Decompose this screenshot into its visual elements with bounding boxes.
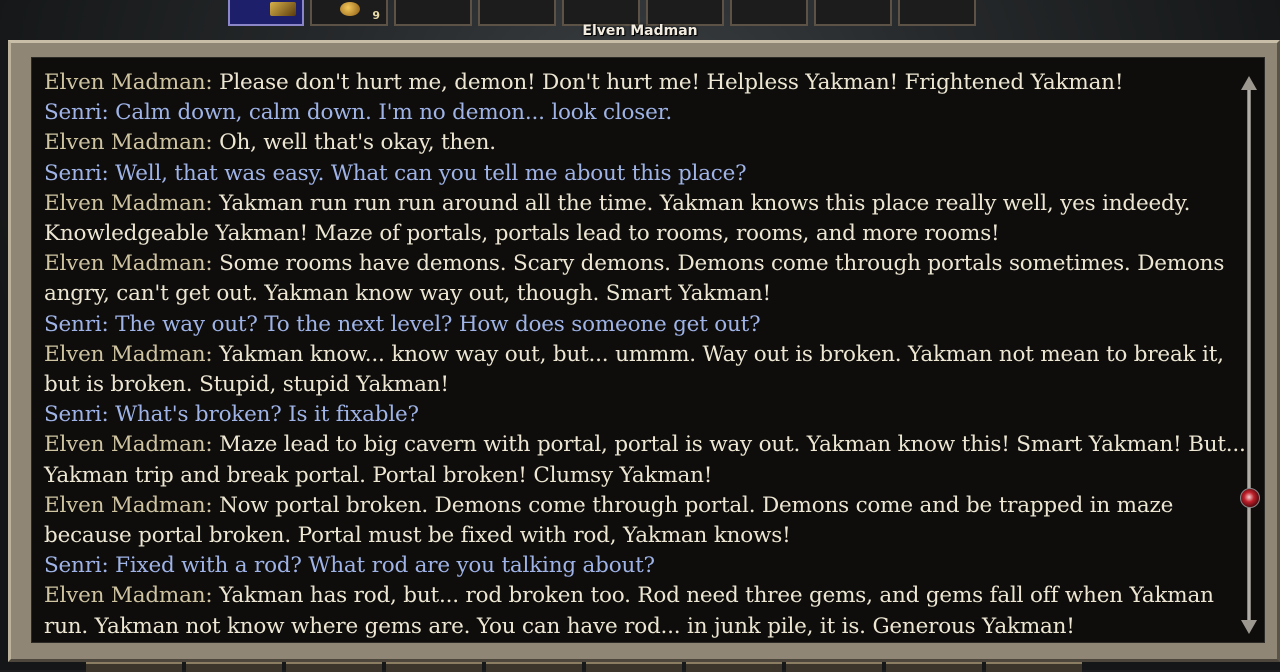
scroll-down-arrow-icon[interactable] (1241, 620, 1257, 634)
action-button[interactable] (886, 662, 982, 672)
dialog-entry-speaker: Senri: (44, 100, 109, 126)
dialog-entry-speaker: Elven Madman: (44, 432, 213, 458)
action-button[interactable] (86, 662, 182, 672)
dialog-entry-speaker: Elven Madman: (44, 251, 213, 277)
dialog-entry-npc: Elven Madman: Maze lead to big cavern wi… (44, 430, 1252, 490)
action-button[interactable] (486, 662, 582, 672)
dialog-entry-speaker: Elven Madman: (44, 583, 213, 609)
action-button[interactable] (586, 662, 682, 672)
scroll-track[interactable] (1247, 90, 1251, 620)
dialog-entry-text: The way out? To the next level? How does… (115, 311, 761, 337)
dialog-entry-text: Oh, well that's okay, then. (219, 130, 496, 156)
action-button[interactable] (386, 662, 482, 672)
dialog-entry-npc: Elven Madman: Some rooms have demons. Sc… (44, 249, 1252, 309)
dialog-entry-player: Senri: The way out? To the next level? H… (44, 310, 1252, 340)
action-button[interactable] (786, 662, 882, 672)
dialog-entry-text: What's broken? Is it fixable? (115, 402, 419, 428)
potion-icon (340, 2, 360, 16)
dialog-panel: Elven Madman: Please don't hurt me, demo… (31, 57, 1265, 643)
dialog-entry-text: Yakman run run run around all the time. … (44, 190, 1191, 247)
dialog-entry-text: Yakman know... know way out, but... ummm… (44, 341, 1224, 398)
action-button[interactable] (186, 662, 282, 672)
quickslot-count: 9 (372, 9, 380, 22)
dialog-entry-npc: Elven Madman: Yakman has rod, but... rod… (44, 581, 1252, 641)
dialog-scrollbar[interactable] (1238, 76, 1260, 634)
dialog-entry-player: Senri: Well, that was easy. What can you… (44, 159, 1252, 189)
dialog-entry-player: Senri: Fixed with a rod? What rod are yo… (44, 551, 1252, 581)
dialog-entry-text: Well, that was easy. What can you tell m… (115, 160, 747, 186)
action-button[interactable] (686, 662, 782, 672)
dialog-entry-text: Maze lead to big cavern with portal, por… (44, 432, 1246, 488)
dialog-entry-npc: Elven Madman: Now portal broken. Demons … (44, 491, 1252, 551)
dialog-entry-text: Some rooms have demons. Scary demons. De… (44, 251, 1225, 307)
dialog-entry-text: Fixed with a rod? What rod are you talki… (115, 553, 655, 579)
dialog-entry-text: Calm down, calm down. I'm no demon... lo… (115, 100, 672, 126)
action-button[interactable] (986, 662, 1082, 672)
dialog-entry-text: Yakman has rod, but... rod broken too. R… (44, 583, 1214, 639)
dialog-entry-player: Senri: What's broken? Is it fixable? (44, 400, 1252, 430)
dialog-entry-speaker: Elven Madman: (44, 70, 213, 95)
bottom-action-bar (86, 662, 1186, 672)
scroll-thumb-gem-icon[interactable] (1240, 488, 1260, 508)
dialog-entry-npc: Elven Madman: Yakman run run run around … (44, 189, 1252, 249)
dialog-entry-speaker: Elven Madman: (44, 492, 213, 518)
dialog-entry-player: Senri: Calm down, calm down. I'm no demo… (44, 98, 1252, 128)
dialog-entry-speaker: Elven Madman: (44, 341, 213, 367)
dialog-entry-text: Now portal broken. Demons come through p… (44, 492, 1174, 549)
action-button[interactable] (286, 662, 382, 672)
dialog-log: Elven Madman: Please don't hurt me, demo… (44, 68, 1252, 642)
scroll-up-arrow-icon[interactable] (1241, 76, 1257, 90)
weapon-icon (270, 2, 296, 16)
dialog-entry-npc: Elven Madman: Please don't hurt me, demo… (44, 68, 1252, 98)
dialog-entry-npc: Elven Madman: Oh, well that's okay, then… (44, 128, 1252, 158)
dialog-entry-speaker: Senri: (44, 553, 109, 579)
dialog-entry-npc: Elven Madman: Yakman know... know way ou… (44, 340, 1252, 400)
dialog-window: Elven Madman: Please don't hurt me, demo… (8, 40, 1280, 662)
dialog-entry-speaker: Elven Madman: (44, 190, 213, 216)
dialog-entry-speaker: Elven Madman: (44, 130, 213, 156)
dialog-entry-speaker: Senri: (44, 402, 109, 428)
dialog-entry-speaker: Senri: (44, 160, 109, 186)
dialog-entry-text: Please don't hurt me, demon! Don't hurt … (219, 70, 1124, 95)
dialog-speaker-name: Elven Madman (582, 23, 698, 39)
dialog-entry-speaker: Senri: (44, 311, 109, 337)
